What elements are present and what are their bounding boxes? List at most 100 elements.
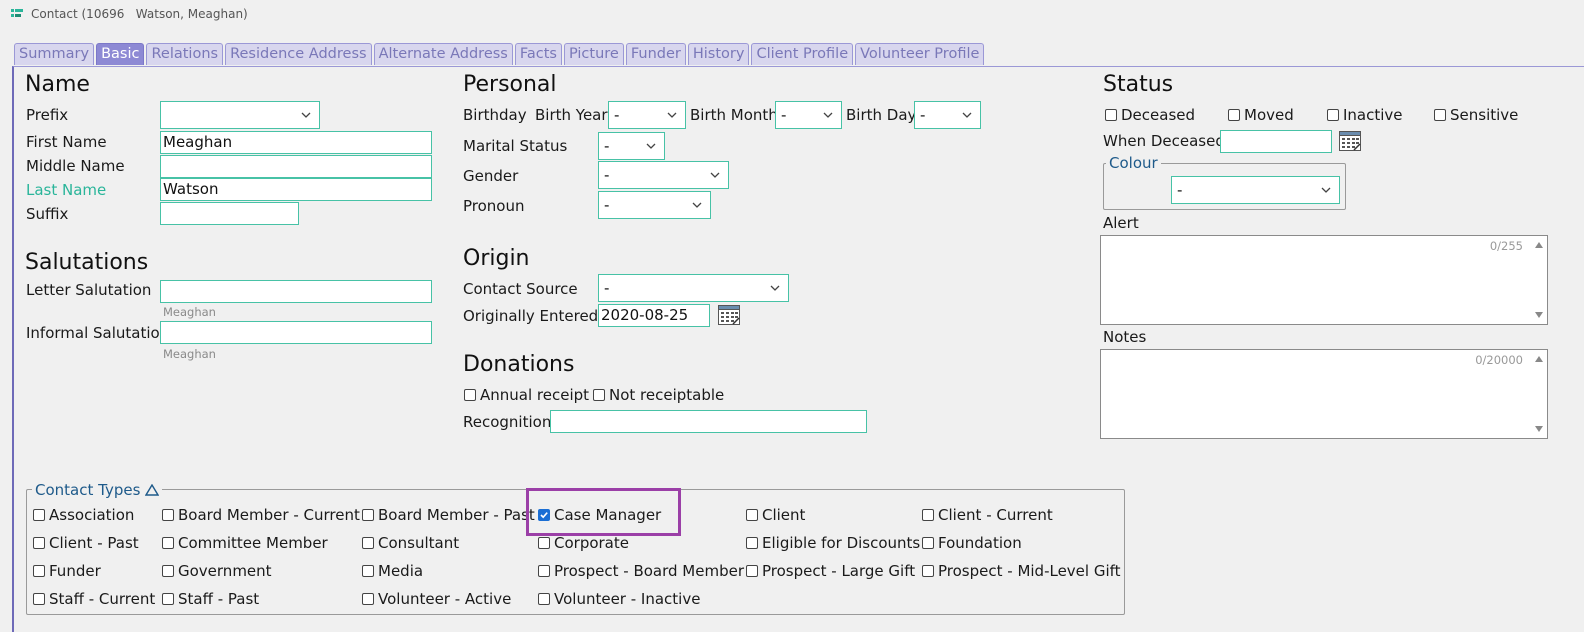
contact-type-government-checkbox[interactable]: Government bbox=[162, 562, 272, 580]
last-name-label: Last Name bbox=[26, 181, 107, 199]
tab-client-profile[interactable]: Client Profile bbox=[751, 43, 854, 65]
chevron-down-icon bbox=[823, 112, 833, 118]
annual-receipt-checkbox[interactable]: Annual receipt bbox=[464, 386, 589, 404]
birth-year-select[interactable]: - bbox=[608, 101, 686, 129]
first-name-input[interactable]: Meaghan bbox=[160, 131, 432, 154]
birth-month-select[interactable]: - bbox=[775, 101, 842, 129]
contact-type-board-member-current-checkbox[interactable]: Board Member - Current bbox=[162, 506, 360, 524]
last-name-input[interactable]: Watson bbox=[160, 178, 432, 201]
scroll-up-icon[interactable] bbox=[1535, 356, 1543, 362]
informal-salutation-hint: Meaghan bbox=[163, 347, 216, 361]
chevron-down-icon bbox=[301, 112, 311, 118]
contact-type-staff-current-checkbox[interactable]: Staff - Current bbox=[33, 590, 155, 608]
contact-source-select[interactable]: - bbox=[598, 274, 789, 302]
tab-history[interactable]: History bbox=[687, 43, 750, 65]
contact-type-corporate-checkbox[interactable]: Corporate bbox=[538, 534, 629, 552]
sensitive-checkbox[interactable]: Sensitive bbox=[1434, 106, 1518, 124]
tab-picture[interactable]: Picture bbox=[563, 43, 624, 65]
contact-type-consultant-checkbox[interactable]: Consultant bbox=[362, 534, 459, 552]
marital-status-select[interactable]: - bbox=[598, 132, 665, 160]
contact-type-volunteer-inactive-checkbox[interactable]: Volunteer - Inactive bbox=[538, 590, 700, 608]
contact-type-client-past-checkbox[interactable]: Client - Past bbox=[33, 534, 139, 552]
chevron-down-icon bbox=[646, 143, 656, 149]
notes-char-counter: 0/20000 bbox=[1475, 353, 1523, 367]
letter-salutation-hint: Meaghan bbox=[163, 305, 216, 319]
contact-type-eligible-for-discounts-checkbox[interactable]: Eligible for Discounts bbox=[746, 534, 920, 552]
tab-basic[interactable]: Basic bbox=[96, 43, 145, 65]
tab-bar: Summary Basic Relations Residence Address Al… bbox=[14, 43, 986, 66]
contact-type-client-current-checkbox[interactable]: Client - Current bbox=[922, 506, 1053, 524]
contact-type-staff-past-checkbox[interactable]: Staff - Past bbox=[162, 590, 259, 608]
alert-scrollbar[interactable] bbox=[1531, 236, 1547, 324]
not-receiptable-checkbox[interactable]: Not receiptable bbox=[593, 386, 724, 404]
contact-type-association-checkbox[interactable]: Association bbox=[33, 506, 134, 524]
colour-select[interactable]: - bbox=[1171, 176, 1340, 204]
notes-scrollbar[interactable] bbox=[1531, 350, 1547, 438]
tab-volunteer-profile[interactable]: Volunteer Profile bbox=[855, 43, 985, 65]
tab-alternate-address[interactable]: Alternate Address bbox=[373, 43, 513, 65]
contact-type-prospect-large-gift-checkbox[interactable]: Prospect - Large Gift bbox=[746, 562, 915, 580]
birth-year-label: Birth Year bbox=[535, 106, 608, 124]
informal-salutation-input[interactable] bbox=[160, 321, 432, 344]
contact-type-client-checkbox[interactable]: Client bbox=[746, 506, 805, 524]
notes-textarea[interactable]: 0/20000 bbox=[1100, 349, 1548, 439]
colour-legend: Colour bbox=[1106, 154, 1161, 172]
suffix-input[interactable] bbox=[160, 202, 299, 225]
app-logo-icon bbox=[11, 9, 23, 17]
tab-funder[interactable]: Funder bbox=[625, 43, 686, 65]
contact-types-legend[interactable]: Contact Types bbox=[32, 481, 163, 499]
contact-type-prospect-mid-level-gift-checkbox[interactable]: Prospect - Mid-Level Gift bbox=[922, 562, 1121, 580]
contact-type-prospect-board-member-checkbox[interactable]: Prospect - Board Member bbox=[538, 562, 744, 580]
scroll-up-icon[interactable] bbox=[1535, 242, 1543, 248]
letter-salutation-label: Letter Salutation bbox=[26, 281, 152, 299]
birthday-label: Birthday bbox=[463, 106, 527, 124]
letter-salutation-input[interactable] bbox=[160, 280, 432, 303]
first-name-label: First Name bbox=[26, 133, 107, 151]
contact-type-funder-checkbox[interactable]: Funder bbox=[33, 562, 101, 580]
contact-type-volunteer-active-checkbox[interactable]: Volunteer - Active bbox=[362, 590, 511, 608]
scroll-down-icon[interactable] bbox=[1535, 426, 1543, 432]
inactive-checkbox[interactable]: Inactive bbox=[1327, 106, 1403, 124]
when-deceased-input[interactable] bbox=[1220, 130, 1332, 153]
originally-entered-label: Originally Entered bbox=[463, 307, 599, 325]
alert-textarea[interactable]: 0/255 bbox=[1100, 235, 1548, 325]
alert-label: Alert bbox=[1103, 214, 1139, 232]
alert-char-counter: 0/255 bbox=[1489, 239, 1523, 253]
name-heading: Name bbox=[25, 72, 90, 97]
title-bar: Contact (10696 Watson, Meaghan) bbox=[0, 0, 1584, 30]
chevron-down-icon bbox=[710, 172, 720, 178]
contact-type-committee-member-checkbox[interactable]: Committee Member bbox=[162, 534, 328, 552]
chevron-down-icon bbox=[770, 285, 780, 291]
contact-type-foundation-checkbox[interactable]: Foundation bbox=[922, 534, 1022, 552]
contact-type-media-checkbox[interactable]: Media bbox=[362, 562, 423, 580]
chevron-down-icon bbox=[692, 202, 702, 208]
prefix-label: Prefix bbox=[26, 106, 69, 124]
middle-name-input[interactable] bbox=[160, 155, 432, 178]
originally-entered-input[interactable]: 2020-08-25 bbox=[598, 304, 710, 327]
recognition-input[interactable] bbox=[550, 410, 867, 433]
birth-day-select[interactable]: - bbox=[914, 101, 981, 129]
contact-source-label: Contact Source bbox=[463, 280, 578, 298]
chevron-down-icon bbox=[667, 112, 677, 118]
tab-summary[interactable]: Summary bbox=[14, 43, 95, 65]
when-deceased-label: When Deceased bbox=[1103, 132, 1225, 150]
status-heading: Status bbox=[1103, 72, 1174, 97]
deceased-checkbox[interactable]: Deceased bbox=[1105, 106, 1195, 124]
calendar-icon[interactable] bbox=[1339, 131, 1361, 151]
collapse-triangle-icon[interactable] bbox=[145, 484, 160, 496]
recognition-label: Recognition bbox=[463, 413, 552, 431]
gender-select[interactable]: - bbox=[598, 161, 729, 189]
prefix-select[interactable] bbox=[160, 101, 320, 129]
contact-type-board-member-past-checkbox[interactable]: Board Member - Past bbox=[362, 506, 535, 524]
pronoun-select[interactable]: - bbox=[598, 191, 711, 219]
window-title: Contact (10696 Watson, Meaghan) bbox=[31, 7, 248, 21]
tab-relations[interactable]: Relations bbox=[146, 43, 224, 65]
chevron-down-icon bbox=[1321, 187, 1331, 193]
tab-residence-address[interactable]: Residence Address bbox=[225, 43, 372, 65]
gender-label: Gender bbox=[463, 167, 519, 185]
scroll-down-icon[interactable] bbox=[1535, 312, 1543, 318]
calendar-icon[interactable] bbox=[718, 305, 740, 325]
suffix-label: Suffix bbox=[26, 205, 69, 223]
tab-facts[interactable]: Facts bbox=[514, 43, 562, 65]
moved-checkbox[interactable]: Moved bbox=[1228, 106, 1294, 124]
